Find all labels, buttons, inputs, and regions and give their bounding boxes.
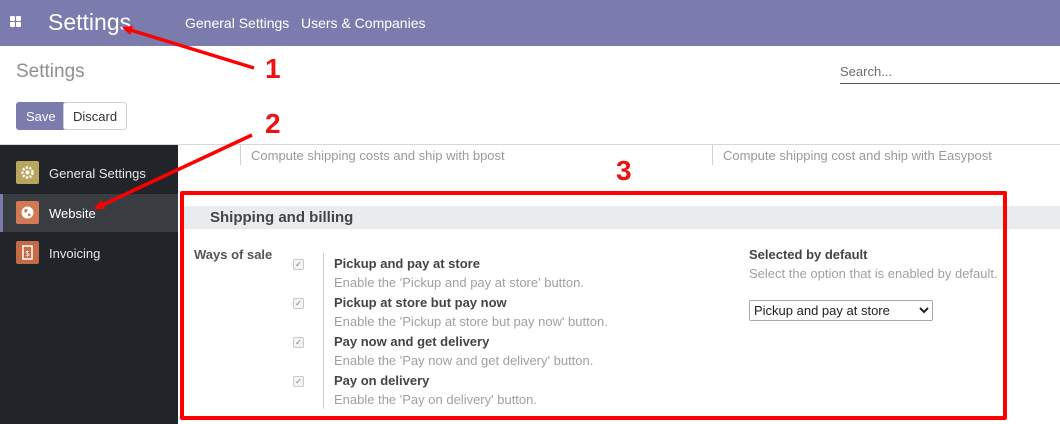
gear-icon xyxy=(16,161,39,184)
option-pickup-pay-store: ✓ Pickup and pay at store Enable the 'Pi… xyxy=(288,253,688,292)
menu-general-settings[interactable]: General Settings xyxy=(185,15,289,31)
checkbox-pickup-pay-now[interactable]: ✓ xyxy=(293,298,304,309)
option-description: Enable the 'Pay on delivery' button. xyxy=(334,392,537,407)
annotation-label-2: 2 xyxy=(265,108,281,139)
menu-users-companies[interactable]: Users & Companies xyxy=(301,15,426,31)
annotation-label-1: 1 xyxy=(265,53,281,84)
selected-by-default-description: Select the option that is enabled by def… xyxy=(749,266,998,281)
option-description: Enable the 'Pay now and get delivery' bu… xyxy=(334,353,594,368)
option-title: Pickup and pay at store xyxy=(334,256,480,271)
sidebar-item-label: General Settings xyxy=(49,166,146,181)
sidebar-item-label: Website xyxy=(49,206,96,221)
sidebar-item-invoicing[interactable]: $ Invoicing xyxy=(0,234,178,272)
option-title: Pay on delivery xyxy=(334,373,430,388)
checkbox-pay-on-delivery[interactable]: ✓ xyxy=(293,376,304,387)
checkbox-pay-now-delivery[interactable]: ✓ xyxy=(293,337,304,348)
option-title: Pickup at store but pay now xyxy=(334,295,507,310)
settings-page: Settings General Settings Users & Compan… xyxy=(0,0,1060,424)
option-description: Enable the 'Pickup at store but pay now'… xyxy=(334,314,608,329)
apps-grid-icon[interactable] xyxy=(10,16,22,28)
checkbox-pickup-pay-store[interactable]: ✓ xyxy=(293,259,304,270)
search-input[interactable] xyxy=(840,60,1060,84)
annotation-label-3: 3 xyxy=(616,155,632,186)
settings-sidebar: General Settings Website $ Invoicing xyxy=(0,145,178,424)
default-option-select[interactable]: Pickup and pay at store xyxy=(749,300,933,321)
ways-of-sale-label: Ways of sale xyxy=(194,247,273,262)
app-brand-title[interactable]: Settings xyxy=(48,9,131,36)
svg-text:$: $ xyxy=(25,249,30,258)
sidebar-item-general-settings[interactable]: General Settings xyxy=(0,154,178,192)
globe-icon xyxy=(16,201,39,224)
save-button[interactable]: Save xyxy=(16,102,66,130)
discard-button[interactable]: Discard xyxy=(63,102,128,130)
option-pay-on-delivery: ✓ Pay on delivery Enable the 'Pay on del… xyxy=(288,370,688,409)
sidebar-item-website[interactable]: Website xyxy=(0,194,178,232)
bpost-description: Compute shipping costs and ship with bpo… xyxy=(240,145,505,165)
option-pay-now-delivery: ✓ Pay now and get delivery Enable the 'P… xyxy=(288,331,688,370)
option-description: Enable the 'Pickup and pay at store' but… xyxy=(334,275,584,290)
control-panel: Settings Save Discard xyxy=(0,46,1060,145)
selected-by-default-title: Selected by default xyxy=(749,247,868,262)
section-header: Shipping and billing xyxy=(184,206,1060,229)
top-navbar: Settings General Settings Users & Compan… xyxy=(0,0,1060,46)
option-pickup-pay-now: ✓ Pickup at store but pay now Enable the… xyxy=(288,292,688,331)
sidebar-item-label: Invoicing xyxy=(49,246,101,261)
option-title: Pay now and get delivery xyxy=(334,334,490,349)
page-title: Settings xyxy=(16,61,85,82)
invoice-icon: $ xyxy=(16,241,39,264)
easypost-description: Compute shipping cost and ship with Easy… xyxy=(712,145,992,165)
